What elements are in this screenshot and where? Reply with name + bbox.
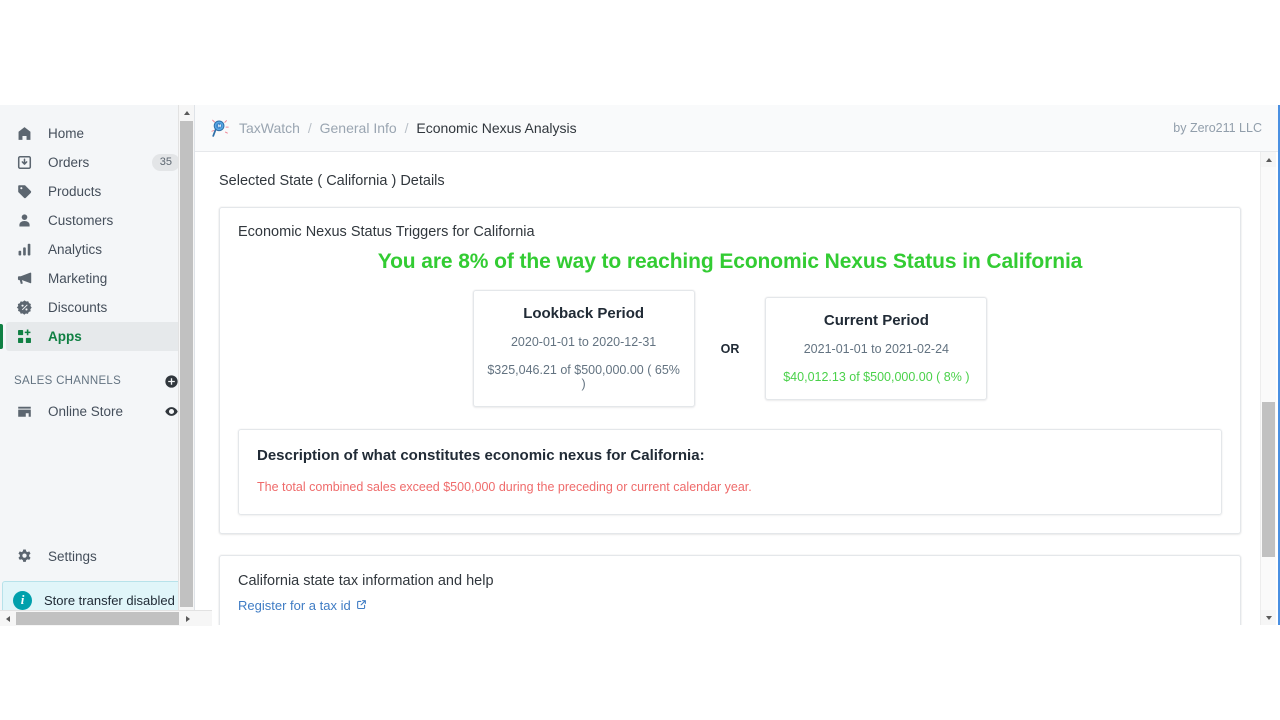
nexus-progress-headline: You are 8% of the way to reaching Econom…	[377, 250, 1083, 273]
sidebar-item-settings[interactable]: Settings	[6, 541, 188, 571]
period-date-range: 2021-01-01 to 2021-02-24	[803, 342, 949, 356]
sidebar-item-label: Discounts	[48, 300, 108, 315]
breadcrumb-current-page: Economic Nexus Analysis	[416, 120, 577, 136]
current-period-card: Current Period 2021-01-01 to 2021-02-24 …	[765, 297, 988, 400]
content-scroll-area: Selected State ( California ) Details Ec…	[195, 152, 1263, 625]
horizontal-scrollbar[interactable]	[0, 610, 212, 626]
sidebar-item-online-store[interactable]: Online Store	[6, 397, 188, 426]
sales-channels-section-header: SALES CHANNELS	[6, 367, 188, 395]
period-separator-label: OR	[720, 341, 740, 356]
breadcrumb-separator: /	[404, 120, 409, 136]
gear-icon	[14, 546, 34, 566]
storefront-icon	[14, 402, 34, 422]
bar-chart-icon	[14, 240, 34, 260]
horizontal-scrollbar-thumb[interactable]	[16, 612, 179, 625]
period-date-range: 2020-01-01 to 2020-12-31	[510, 335, 657, 349]
sidebar-item-label: Settings	[48, 548, 97, 564]
register-tax-id-link[interactable]: Register for a tax id	[238, 598, 367, 613]
nexus-description-box: Description of what constitutes economic…	[238, 429, 1222, 515]
app-window: Home Orders 35 Products Customers Analyt…	[0, 105, 1280, 625]
period-title: Lookback Period	[523, 305, 645, 322]
store-transfer-label: Store transfer disabled	[44, 592, 175, 608]
lookback-period-card: Lookback Period 2020-01-01 to 2020-12-31…	[472, 290, 695, 407]
breadcrumb-separator: /	[307, 120, 312, 136]
orders-count-badge: 35	[151, 154, 180, 171]
period-amount: $40,012.13 of $500,000.00 ( 8% )	[783, 370, 970, 384]
sidebar-item-label: Marketing	[48, 271, 108, 286]
sidebar-vertical-scrollbar[interactable]	[178, 105, 194, 625]
description-text: The total combined sales exceed $500,000…	[257, 480, 752, 494]
sidebar-item-orders[interactable]: Orders 35	[6, 148, 188, 177]
orders-inbox-icon	[14, 153, 34, 173]
period-amount: $325,046.21 of $500,000.00 ( 65% )	[487, 363, 680, 391]
external-link-icon	[356, 598, 367, 613]
main-scrollbar-thumb[interactable]	[1262, 402, 1275, 557]
sidebar-item-marketing[interactable]: Marketing	[6, 264, 188, 293]
caret-down-icon[interactable]	[1261, 610, 1276, 625]
description-title: Description of what constitutes economic…	[257, 447, 705, 464]
tag-icon	[14, 182, 34, 202]
sidebar-scrollbar-thumb[interactable]	[180, 121, 193, 607]
sidebar-item-apps[interactable]: Apps	[0, 322, 188, 351]
caret-left-icon[interactable]	[0, 611, 15, 626]
sidebar-item-label: Customers	[48, 213, 114, 228]
trigger-card-title: Economic Nexus Status Triggers for Calif…	[238, 224, 535, 240]
home-icon	[14, 124, 34, 144]
sidebar-item-label: Online Store	[48, 404, 124, 419]
megaphone-icon	[14, 269, 34, 289]
periods-row: Lookback Period 2020-01-01 to 2020-12-31…	[238, 290, 1222, 407]
apps-grid-plus-icon	[14, 327, 34, 347]
tax-info-card-title: California state tax information and hel…	[238, 573, 494, 589]
person-icon	[14, 211, 34, 231]
register-tax-id-label: Register for a tax id	[238, 598, 351, 613]
sidebar: Home Orders 35 Products Customers Analyt…	[0, 105, 195, 625]
page-content: Selected State ( California ) Details Ec…	[195, 152, 1263, 625]
sidebar-item-label: Orders	[48, 155, 90, 170]
attribution-label: by Zero211 LLC	[1173, 121, 1262, 135]
period-title: Current Period	[823, 312, 929, 329]
sidebar-item-label: Apps	[48, 329, 82, 344]
sales-channels-title: SALES CHANNELS	[14, 375, 122, 387]
caret-right-icon[interactable]	[180, 611, 195, 626]
sidebar-item-home[interactable]: Home	[6, 119, 188, 148]
discount-badge-icon	[14, 298, 34, 318]
sidebar-item-analytics[interactable]: Analytics	[6, 235, 188, 264]
caret-up-icon[interactable]	[179, 105, 194, 120]
sidebar-item-label: Home	[48, 126, 85, 141]
breadcrumb-section[interactable]: General Info	[320, 120, 397, 136]
main-panel: TaxWatch / General Info / Economic Nexus…	[195, 105, 1280, 625]
page-title: Selected State ( California ) Details	[219, 173, 445, 189]
state-tax-info-card: California state tax information and hel…	[219, 555, 1241, 625]
sidebar-item-customers[interactable]: Customers	[6, 206, 188, 235]
sidebar-item-label: Analytics	[48, 242, 103, 257]
breadcrumb: TaxWatch / General Info / Economic Nexus…	[239, 120, 577, 136]
breadcrumb-app[interactable]: TaxWatch	[239, 120, 300, 136]
app-topbar: TaxWatch / General Info / Economic Nexus…	[195, 105, 1278, 152]
sidebar-item-label: Products	[48, 184, 102, 199]
caret-up-icon[interactable]	[1261, 152, 1276, 167]
magnifier-app-logo-icon	[209, 117, 231, 139]
sidebar-item-products[interactable]: Products	[6, 177, 188, 206]
info-circle-icon: i	[13, 590, 32, 610]
sidebar-item-discounts[interactable]: Discounts	[6, 293, 188, 322]
main-vertical-scrollbar[interactable]	[1260, 152, 1276, 625]
nexus-trigger-card: Economic Nexus Status Triggers for Calif…	[219, 207, 1241, 534]
